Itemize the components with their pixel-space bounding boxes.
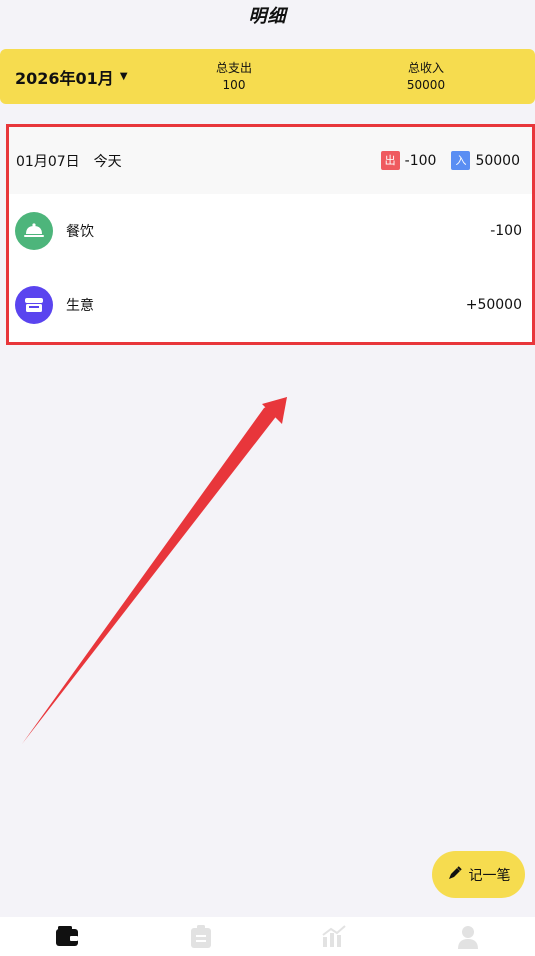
tab-profile[interactable] xyxy=(401,917,535,956)
pen-icon xyxy=(447,865,463,885)
clipboard-icon xyxy=(190,924,211,948)
chart-icon xyxy=(322,924,347,947)
annotation-arrow xyxy=(22,397,287,744)
tab-details[interactable] xyxy=(0,917,134,956)
add-record-label: 记一笔 xyxy=(468,867,511,884)
user-icon xyxy=(458,925,479,949)
tab-charts[interactable] xyxy=(268,917,402,956)
add-record-button[interactable]: 记一笔 xyxy=(432,851,525,898)
tab-records[interactable] xyxy=(134,917,268,956)
bottom-tab-bar xyxy=(0,917,535,956)
wallet-icon xyxy=(55,925,78,946)
